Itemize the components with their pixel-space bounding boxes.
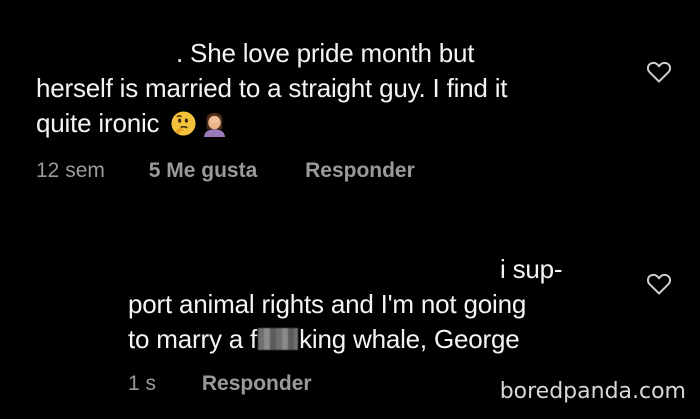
comment-1-line-2-text: herself is married to a straight guy. I … xyxy=(36,73,508,103)
comment-1-likes-link[interactable]: 5 Me gusta xyxy=(149,159,258,182)
comment-2-line-2-text: port animal rights and I'm not going xyxy=(128,289,527,319)
comment-1-time: 12 sem xyxy=(36,159,105,182)
comment-2-like-heart-icon[interactable] xyxy=(646,272,672,296)
thinking-face-emoji-icon xyxy=(171,111,196,136)
boredpanda-watermark: boredpanda.com xyxy=(499,379,686,404)
comment-1-line-1: . She love pride month but xyxy=(176,36,475,71)
comment-2-time: 1 s xyxy=(128,372,157,395)
comment-2-line-3-start: to marry a f xyxy=(128,324,258,354)
comment-1-line-3: quite ironic xyxy=(36,106,228,141)
facepalm-emoji-icon xyxy=(204,112,226,137)
comment-1-line-2: herself is married to a straight guy. I … xyxy=(36,71,508,106)
comment-2-reply-button[interactable]: Responder xyxy=(202,372,312,395)
comment-2-line-3: to marry a f king whale, George xyxy=(128,322,520,357)
censored-word-blur xyxy=(258,328,299,350)
comment-2-line-1-text: i sup- xyxy=(500,254,563,284)
comment-1-meta: 12 sem 5 Me gusta Responder xyxy=(36,159,415,183)
comment-2-line-1: i sup- xyxy=(500,252,563,287)
comment-2-meta: 1 s Responder xyxy=(128,372,312,396)
comment-1-like-heart-icon[interactable] xyxy=(646,60,672,84)
comment-2-line-3-end: king whale, George xyxy=(299,324,520,354)
comment-1-line-3-text: quite ironic xyxy=(36,108,160,138)
comment-2-line-2: port animal rights and I'm not going xyxy=(128,287,526,322)
comment-1-reply-button[interactable]: Responder xyxy=(305,159,415,182)
comment-1-line-1-text: . She love pride month but xyxy=(176,38,475,68)
